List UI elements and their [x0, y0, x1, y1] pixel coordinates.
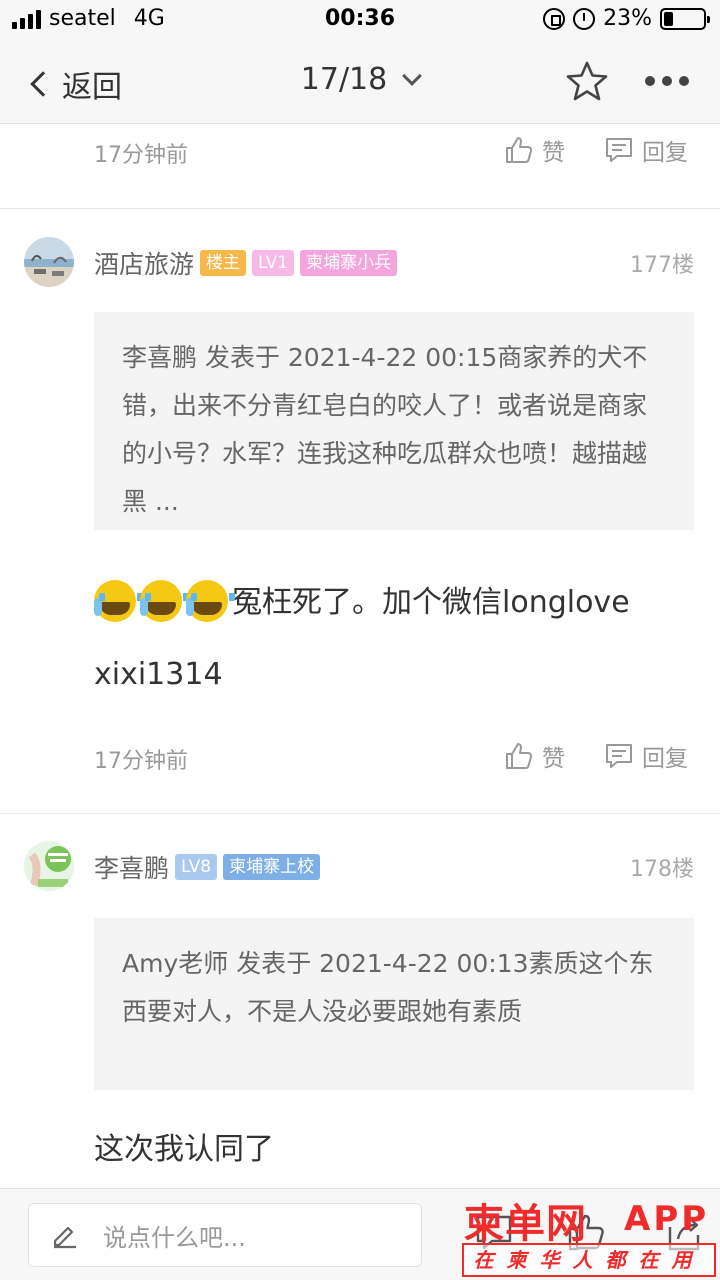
crying-emoji-icon	[140, 579, 189, 622]
comment-input[interactable]: 说点什么吧...	[28, 1203, 422, 1267]
post-body: 冤枉死了。加个微信longlove xixi1314	[94, 567, 694, 711]
prev-post-meta: 17分钟前 赞 回复	[0, 125, 720, 181]
battery-percent: 23%	[603, 6, 652, 31]
app-watermark: 柬单网 APP 在柬华人都在用	[460, 1189, 720, 1280]
divider	[0, 813, 720, 814]
like-button[interactable]: 赞	[504, 739, 565, 773]
more-icon[interactable]	[645, 76, 689, 86]
avatar[interactable]	[24, 841, 74, 891]
comment-placeholder: 说点什么吧...	[103, 1223, 246, 1252]
thumbs-up-icon	[506, 743, 533, 769]
post-header: 酒店旅游 楼主 LV1 柬埔寨小兵 177楼	[0, 237, 720, 297]
watermark-brand: 柬单网	[464, 1201, 587, 1247]
reply-button[interactable]: 回复	[604, 133, 688, 167]
post-header: 李喜鹏 LV8 柬埔寨上校 178楼	[0, 841, 720, 901]
watermark-slogan: 在柬华人都在用	[462, 1243, 716, 1277]
post-meta: 17分钟前 赞 回复	[0, 731, 720, 787]
like-label: 赞	[542, 746, 565, 772]
thumbs-up-icon	[506, 137, 533, 163]
post-body-line: xixi1314	[94, 657, 223, 692]
star-icon[interactable]	[566, 60, 608, 102]
chevron-down-icon	[402, 65, 423, 86]
status-right: 23%	[543, 6, 710, 31]
like-label: 赞	[542, 140, 565, 166]
crying-emoji-icon	[94, 579, 143, 622]
post-body: 这次我认同了	[94, 1132, 274, 1167]
watermark-app: APP	[624, 1199, 710, 1239]
quote-block: 李喜鹏 发表于 2021-4-22 00:15商家养的犬不错，出来不分青红皂白的…	[94, 312, 694, 530]
post-body-line: 冤枉死了。加个微信longlove	[94, 567, 694, 639]
comment-icon	[606, 744, 632, 768]
crying-emoji-icon	[186, 579, 235, 622]
comment-icon	[606, 138, 632, 162]
bottom-bar: 说点什么吧... 柬单网 APP 在柬华人都在用	[0, 1188, 720, 1280]
divider	[0, 208, 720, 209]
page-selector[interactable]: 17/18	[300, 62, 423, 97]
battery-fill	[664, 11, 673, 26]
post-time: 17分钟前	[94, 749, 188, 774]
rank-badge: 柬埔寨上校	[223, 854, 321, 880]
avatar-image	[24, 841, 74, 891]
rank-badge: 柬埔寨小兵	[300, 250, 398, 276]
reply-label: 回复	[642, 746, 688, 772]
alarm-icon	[573, 7, 596, 30]
username[interactable]: 李喜鹏 LV8 柬埔寨上校	[94, 849, 321, 885]
avatar-beach-image	[24, 237, 74, 287]
username[interactable]: 酒店旅游 楼主 LV1 柬埔寨小兵	[94, 245, 398, 281]
page-indicator-wrap: 17/18	[0, 62, 720, 97]
pencil-icon	[53, 1226, 76, 1249]
status-bar: seatel 4G 00:36 23%	[0, 0, 720, 40]
username-text: 李喜鹏	[94, 854, 170, 883]
nav-bar: 返回 17/18	[0, 40, 720, 124]
username-text: 酒店旅游	[94, 250, 195, 279]
reply-label: 回复	[642, 140, 688, 166]
level-badge: LV8	[175, 854, 218, 880]
post-body-text: 冤枉死了。加个微信longlove	[232, 585, 630, 620]
quote-block: Amy老师 发表于 2021-4-22 00:13素质这个东西要对人，不是人没必…	[94, 918, 694, 1090]
floor-number: 177楼	[630, 253, 694, 278]
orientation-lock-icon	[543, 7, 566, 30]
reply-button[interactable]: 回复	[604, 739, 688, 773]
avatar[interactable]	[24, 237, 74, 287]
page-indicator: 17/18	[300, 62, 388, 97]
like-button[interactable]: 赞	[504, 133, 565, 167]
level-badge: LV1	[252, 250, 295, 276]
post-time: 17分钟前	[94, 143, 188, 168]
host-badge: 楼主	[200, 250, 247, 276]
floor-number: 178楼	[630, 857, 694, 882]
battery-icon	[660, 7, 710, 30]
thread-content: 17分钟前 赞 回复 酒店旅游 楼主 LV1 柬埔寨小兵 177楼 李喜鹏 发表…	[0, 125, 720, 1188]
